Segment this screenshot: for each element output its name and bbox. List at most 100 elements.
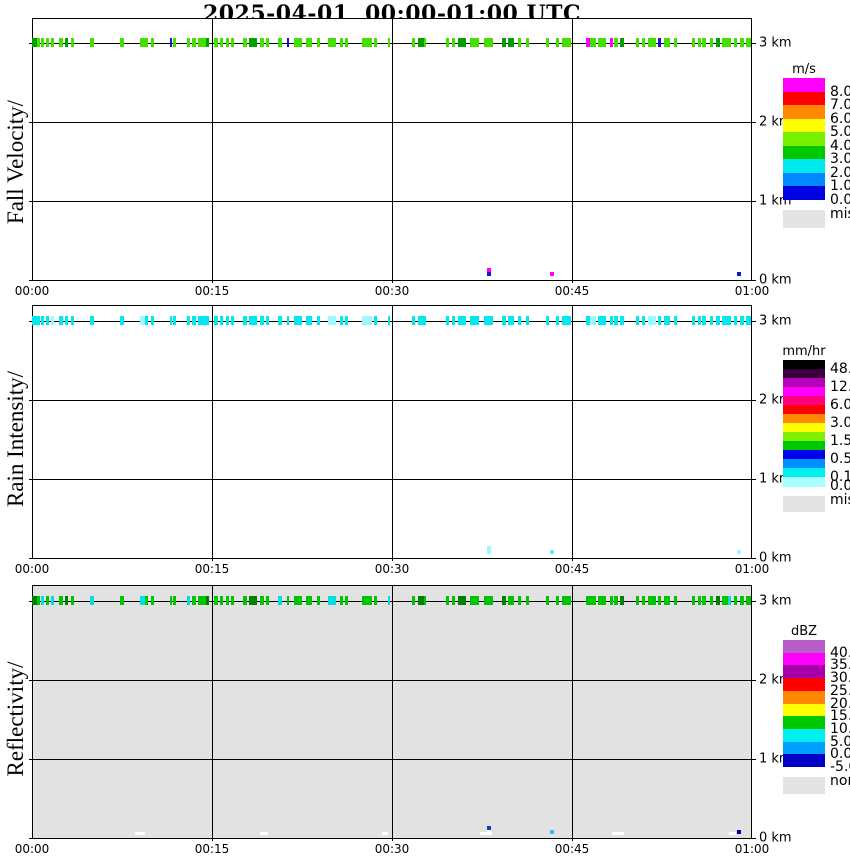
data-mark-reflectivity [701, 596, 706, 605]
data-mark-reflectivity [412, 596, 416, 605]
data-mark-rain-intensity [214, 316, 219, 325]
data-mark-fall-velocity [260, 38, 264, 47]
data-mark-reflectivity [266, 596, 269, 605]
time-tick-label: 00:15 [194, 842, 230, 856]
legend-color-block [783, 728, 825, 743]
data-mark-reflectivity [556, 596, 560, 605]
height-tick [29, 400, 32, 401]
data-mark-rain-intensity [698, 316, 701, 325]
data-mark-rain-intensity [362, 316, 372, 325]
legend-color-block [783, 132, 825, 146]
data-mark-reflectivity [89, 596, 94, 605]
time-tick [212, 838, 213, 841]
data-mark-fall-velocity [658, 38, 662, 47]
legend-miss-block [783, 210, 825, 228]
legend-value-label: 6.0 [830, 397, 850, 413]
data-mark-fall-velocity [610, 38, 614, 47]
data-mark-reflectivity [59, 596, 63, 605]
legend-title-fall-velocity: m/s [792, 62, 816, 77]
legend-value-label: 3.0 [830, 415, 850, 431]
data-mark-reflectivity [206, 596, 209, 605]
data-mark-fall-velocity [362, 38, 372, 47]
data-mark-fall-velocity [187, 38, 191, 47]
data-mark-reflectivity [710, 596, 713, 605]
data-mark-rain-intensity [641, 316, 645, 325]
data-mark-fall-velocity [508, 38, 515, 47]
legend-color-block [783, 678, 825, 692]
legend-color-block [783, 172, 825, 187]
height-tick [752, 759, 756, 760]
data-mark-rain-intensity [206, 316, 209, 325]
data-mark-fall-velocity [674, 38, 677, 47]
data-mark-rain-intensity [37, 316, 41, 325]
data-mark-rain-intensity [710, 316, 713, 325]
data-mark-rain-intensity [728, 316, 731, 325]
low-data-mark-rain-intensity [550, 550, 555, 554]
data-mark-reflectivity [635, 596, 639, 605]
data-mark-fall-velocity [458, 38, 466, 47]
data-mark-reflectivity [293, 596, 302, 605]
data-mark-reflectivity [728, 596, 731, 605]
data-mark-rain-intensity [50, 316, 54, 325]
data-mark-fall-velocity [287, 38, 289, 47]
data-mark-reflectivity [598, 596, 607, 605]
data-mark-reflectivity [692, 596, 695, 605]
white-mark [479, 832, 492, 835]
data-mark-fall-velocity [226, 38, 230, 47]
data-mark-fall-velocity [41, 38, 44, 47]
height-tick [752, 280, 756, 281]
data-mark-rain-intensity [226, 316, 230, 325]
data-mark-reflectivity [424, 596, 427, 605]
data-mark-rain-intensity [242, 316, 247, 325]
time-tick-label: 00:45 [554, 842, 590, 856]
legend-color-block [783, 159, 825, 173]
height-tick [29, 558, 32, 559]
data-mark-reflectivity [145, 596, 149, 605]
data-mark-rain-intensity [191, 316, 196, 325]
data-mark-rain-intensity [71, 316, 74, 325]
time-tick-label: 00:15 [194, 562, 230, 576]
data-mark-fall-velocity [692, 38, 695, 47]
data-mark-reflectivity [248, 596, 257, 605]
data-mark-reflectivity [374, 596, 377, 605]
height-tick [752, 43, 756, 44]
data-mark-fall-velocity [191, 38, 196, 47]
white-mark [729, 832, 737, 835]
data-mark-fall-velocity [305, 38, 312, 47]
data-mark-rain-intensity [374, 316, 377, 325]
data-mark-rain-intensity [568, 316, 572, 325]
time-tick [392, 558, 393, 561]
height-tick [29, 680, 32, 681]
data-mark-rain-intensity [658, 316, 662, 325]
data-mark-fall-velocity [248, 38, 257, 47]
data-mark-rain-intensity [173, 316, 176, 325]
data-mark-rain-intensity [620, 316, 624, 325]
data-mark-reflectivity [230, 596, 234, 605]
data-mark-fall-velocity [46, 38, 50, 47]
data-mark-reflectivity [674, 596, 677, 605]
data-mark-reflectivity [502, 596, 507, 605]
height-tick [752, 680, 756, 681]
time-tick-label: 00:00 [14, 562, 50, 576]
data-mark-fall-velocity [698, 38, 701, 47]
data-mark-rain-intensity [344, 316, 348, 325]
data-mark-rain-intensity [328, 316, 337, 325]
time-gridline [212, 305, 213, 558]
height-tick [752, 838, 756, 839]
legend-color-block [783, 652, 825, 666]
white-mark [135, 832, 146, 835]
data-mark-rain-intensity [458, 316, 466, 325]
data-mark-fall-velocity [452, 38, 455, 47]
data-mark-reflectivity [173, 596, 176, 605]
data-mark-reflectivity [698, 596, 701, 605]
data-mark-rain-intensity [119, 316, 124, 325]
data-mark-rain-intensity [59, 316, 63, 325]
data-mark-rain-intensity [65, 316, 68, 325]
height-tick-label: 3 km [759, 35, 792, 51]
data-mark-fall-velocity [734, 38, 737, 47]
data-mark-rain-intensity [187, 316, 191, 325]
legend-miss-block [783, 496, 825, 512]
time-gridline [572, 585, 573, 838]
data-mark-fall-velocity [620, 38, 624, 47]
height-tick [752, 201, 756, 202]
